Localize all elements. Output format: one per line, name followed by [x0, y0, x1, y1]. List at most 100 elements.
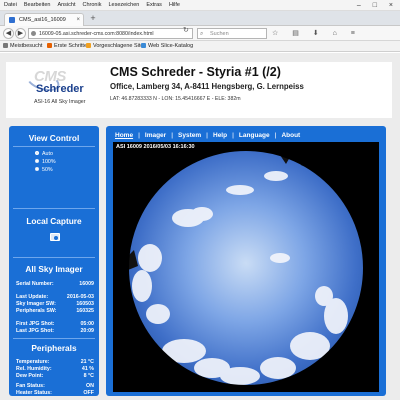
- info-value: 05:00: [80, 321, 94, 327]
- info-value: 160325: [76, 308, 94, 314]
- image-timestamp: ASI 16009 2016/05/03 16:16:30: [116, 144, 195, 150]
- bookmarks-bar: Meistbesucht Erste Schritte Vorgeschlage…: [0, 41, 400, 52]
- bookmark-folder-icon: [3, 42, 8, 48]
- divider: [13, 146, 95, 147]
- info-key: First JPG Shot:: [16, 321, 55, 327]
- browser-tab[interactable]: CMS_asi16_16009 ×: [4, 13, 84, 26]
- search-icon: ⌕: [200, 31, 204, 37]
- toolbar-icons[interactable]: ☆ ▤ ⬇ ⌂ ≡: [272, 28, 361, 39]
- divider: [13, 208, 95, 209]
- logo-subtitle: ASI-16 All Sky Imager: [34, 99, 86, 105]
- info-value: 20:09: [80, 328, 94, 334]
- favicon-icon: [9, 17, 15, 23]
- info-value: 21 °C: [80, 359, 94, 365]
- bookmark-page-icon: [86, 42, 91, 48]
- nav-separator: |: [171, 132, 174, 139]
- view-option-label: 50%: [42, 167, 53, 173]
- info-key: Last JPG Shot:: [16, 328, 54, 334]
- divider: [13, 338, 95, 339]
- nav-help[interactable]: Help: [210, 130, 230, 142]
- info-value: ON: [86, 383, 94, 389]
- tab-bar: CMS_asi16_16009 × +: [0, 11, 400, 26]
- sidebar-panel: View Control Auto 100% 50% Local Capture…: [9, 126, 99, 396]
- view-option-auto[interactable]: Auto: [35, 151, 53, 158]
- fisheye-sky-photo: [128, 149, 364, 387]
- view-option-50[interactable]: 50%: [35, 167, 53, 174]
- view-option-label: 100%: [42, 159, 56, 165]
- info-key: Heater Status:: [16, 390, 52, 396]
- reload-icon[interactable]: ↻: [183, 26, 189, 34]
- info-key: Rel. Humidity:: [16, 366, 52, 372]
- menu-item-chronik[interactable]: Chronik: [83, 0, 102, 11]
- menu-item-lesezeichen[interactable]: Lesezeichen: [108, 0, 139, 11]
- view-option-label: Auto: [42, 151, 53, 157]
- bookmark-vorgeschlagene-sites[interactable]: Vorgeschlagene Sites: [86, 41, 146, 52]
- back-button[interactable]: ◀: [3, 28, 14, 39]
- search-input[interactable]: ⌕ Suchen: [197, 28, 267, 39]
- camera-icon: [53, 235, 58, 240]
- divider: [13, 257, 95, 258]
- new-tab-button[interactable]: +: [88, 14, 98, 24]
- info-value: 2016-05-03: [66, 294, 94, 300]
- nav-imager[interactable]: Imager: [142, 130, 169, 142]
- address-bar[interactable]: 16009-05.asi.schreder-cms.com:8080/index…: [28, 28, 193, 39]
- bookmark-web-slice[interactable]: Web Slice-Katalog: [141, 41, 193, 52]
- info-key: Serial Number:: [16, 281, 54, 287]
- address-url: 16009-05.asi.schreder-cms.com:8080/index…: [39, 31, 154, 37]
- firefox-icon: [47, 42, 52, 48]
- info-key: Last Update:: [16, 294, 49, 300]
- menu-item-extras[interactable]: Extras: [146, 0, 162, 11]
- peripherals-title: Peripherals: [31, 343, 77, 353]
- web-slice-icon: [141, 42, 146, 48]
- radio-icon[interactable]: [35, 159, 39, 163]
- forward-button[interactable]: ▶: [15, 28, 26, 39]
- radio-icon[interactable]: [35, 167, 39, 171]
- camera-capture-button[interactable]: [50, 233, 60, 241]
- nav-separator: |: [138, 132, 140, 139]
- nav-separator: |: [232, 132, 234, 139]
- info-value: 16009: [79, 281, 94, 287]
- info-key: Sky Imager SW:: [16, 301, 56, 307]
- tab-title: CMS_asi16_16009: [19, 17, 66, 23]
- logo-schreder-text: Schreder: [36, 83, 84, 95]
- all-sky-image[interactable]: ASI 16009 2016/05/03 16:16:30: [113, 142, 379, 392]
- browser-window: Datei Bearbeiten Ansicht Chronik Lesezeichen…: [0, 0, 400, 400]
- page-title: CMS Schreder - Styria #1 (/2): [110, 65, 281, 79]
- all-sky-imager-title: All Sky Imager: [25, 264, 83, 274]
- nav-home[interactable]: Home: [112, 130, 136, 142]
- site-header: CMS Schreder ASI-16 All Sky Imager CMS S…: [6, 62, 392, 118]
- main-panel: Home | Imager | System | Help | Language | About: [106, 126, 386, 396]
- nav-system[interactable]: System: [175, 130, 204, 142]
- tab-close-icon[interactable]: ×: [76, 14, 80, 26]
- bookmark-label: Web Slice-Katalog: [148, 43, 194, 49]
- menu-item-hilfe[interactable]: Hilfe: [169, 0, 180, 11]
- location-coordinates: LAT: 46.87283333 N - LON: 15.45416667 E …: [110, 96, 241, 102]
- menu-item-ansicht[interactable]: Ansicht: [57, 0, 75, 11]
- bookmark-meistbesucht[interactable]: Meistbesucht: [3, 41, 42, 52]
- bookmark-label: Vorgeschlagene Sites: [93, 43, 147, 49]
- view-option-100[interactable]: 100%: [35, 159, 56, 166]
- info-value: 160503: [76, 301, 94, 307]
- info-value: OFF: [83, 390, 94, 396]
- info-key: Fan Status:: [16, 383, 45, 389]
- bookmark-label: Erste Schritte: [54, 43, 88, 49]
- nav-about[interactable]: About: [278, 130, 303, 142]
- info-value: 41 %: [81, 366, 94, 372]
- menu-item-bearbeiten[interactable]: Bearbeiten: [24, 0, 51, 11]
- menu-item-datei[interactable]: Datei: [4, 0, 17, 11]
- nav-separator: |: [274, 132, 277, 139]
- info-value: 8 °C: [83, 373, 94, 379]
- cms-schreder-logo[interactable]: CMS Schreder ASI-16 All Sky Imager: [12, 66, 86, 114]
- main-navigation: Home | Imager | System | Help | Language | About: [112, 130, 305, 142]
- view-control-title: View Control: [28, 133, 80, 143]
- info-key: Dew Point:: [16, 373, 44, 379]
- radio-selected-icon[interactable]: [35, 151, 39, 155]
- site-info-icon[interactable]: [31, 31, 36, 36]
- local-capture-title: Local Capture: [26, 216, 82, 226]
- window-controls[interactable]: – □ ×: [357, 0, 398, 11]
- page-content: CMS Schreder ASI-16 All Sky Imager CMS S…: [0, 53, 400, 400]
- nav-separator: |: [206, 132, 208, 139]
- nav-language[interactable]: Language: [236, 130, 273, 142]
- bookmark-erste-schritte[interactable]: Erste Schritte: [47, 41, 87, 52]
- search-placeholder: Suchen: [210, 31, 229, 37]
